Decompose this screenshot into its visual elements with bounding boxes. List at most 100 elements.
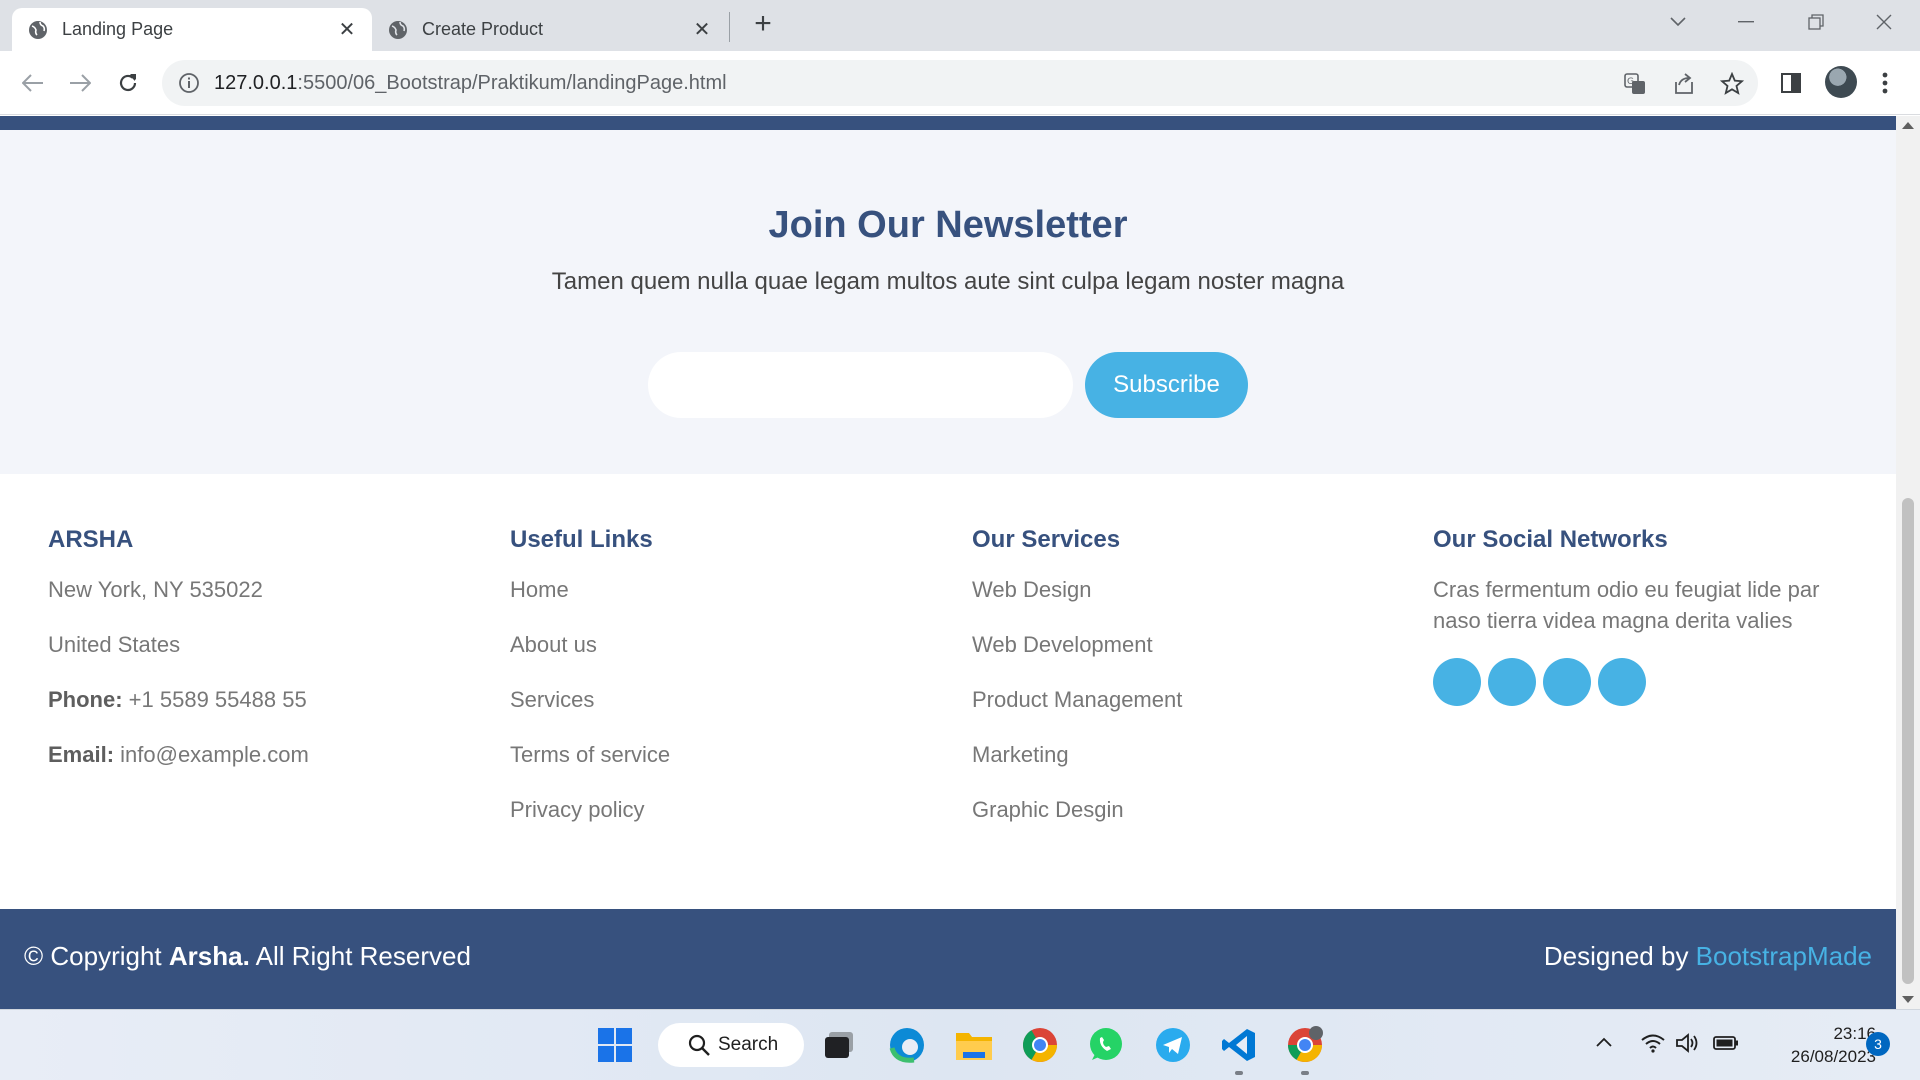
phone-label: Phone: (48, 687, 123, 712)
address-line-1: New York, NY 535022 (48, 577, 263, 602)
telegram-icon[interactable] (1154, 1026, 1192, 1064)
phone-line: Phone: +1 5589 55488 55 (48, 684, 488, 716)
new-tab-plus-icon[interactable]: + (748, 9, 778, 40)
newsletter-form: Subscribe (648, 352, 1248, 418)
footer-link-services[interactable]: Services (510, 684, 950, 716)
social-link-1[interactable] (1433, 658, 1481, 706)
bookmark-star-icon[interactable] (1719, 71, 1745, 97)
restore-icon[interactable] (1798, 8, 1834, 36)
previous-section-edge (0, 116, 1896, 130)
newsletter-subtitle: Tamen quem nulla quae legam multos aute … (551, 268, 1345, 295)
tab-separator (729, 12, 730, 42)
vscode-running-indicator (1235, 1071, 1243, 1075)
browser-toolbar: 127.0.0.1:5500/06_Bootstrap/Praktikum/la… (0, 51, 1920, 115)
footer-service-graphic-design[interactable]: Graphic Desgin (972, 794, 1412, 826)
chrome-profile-icon[interactable] (1286, 1026, 1324, 1064)
footer-service-web-design[interactable]: Web Design (972, 574, 1412, 606)
footer-service-product-management[interactable]: Product Management (972, 684, 1412, 716)
tab-title: Landing Page (62, 19, 174, 39)
profile-avatar[interactable] (1825, 66, 1857, 98)
whatsapp-icon[interactable] (1087, 1026, 1125, 1064)
phone-value: +1 5589 55488 55 (122, 687, 307, 712)
notification-badge[interactable]: 3 (1866, 1032, 1890, 1056)
tab-title: Create Product (422, 19, 544, 39)
wifi-icon[interactable] (1640, 1030, 1666, 1056)
globe-icon (389, 20, 407, 39)
more-menu-icon[interactable] (1868, 66, 1902, 100)
tab-landing-page[interactable]: Landing Page ✕ (12, 8, 372, 51)
browser-tab-strip: Landing Page ✕ Create Product ✕ + (0, 0, 1920, 51)
windows-start-icon[interactable] (596, 1026, 634, 1064)
social-link-3[interactable] (1543, 658, 1591, 706)
forward-arrow-icon[interactable] (63, 66, 97, 100)
clock-time: 23:16 (1833, 1024, 1876, 1043)
battery-icon[interactable] (1712, 1030, 1740, 1056)
side-panel-icon[interactable] (1774, 66, 1808, 100)
back-arrow-icon[interactable] (16, 66, 50, 100)
tab-create-product[interactable]: Create Product ✕ (372, 8, 727, 51)
useful-links-title: Useful Links (510, 526, 653, 553)
vscode-icon[interactable] (1220, 1026, 1258, 1064)
footer-link-privacy-policy[interactable]: Privacy policy (510, 794, 950, 826)
clock-date: 26/08/2023 (1790, 1047, 1876, 1066)
task-view-icon[interactable] (820, 1026, 858, 1064)
bootstrapmade-link[interactable]: BootstrapMade (1696, 941, 1872, 971)
globe-icon (29, 20, 47, 39)
taskbar-clock[interactable]: 23:16 26/08/2023 (1756, 1022, 1876, 1068)
address-bar[interactable]: 127.0.0.1:5500/06_Bootstrap/Praktikum/la… (162, 60, 1758, 106)
credits-text: Designed by BootstrapMade (1543, 941, 1872, 971)
footer-link-terms-of-service[interactable]: Terms of service (510, 739, 950, 771)
social-networks-title: Our Social Networks (1433, 526, 1668, 553)
show-hidden-icons-chevron-icon[interactable] (1592, 1030, 1616, 1054)
footer-social-column: Our Social Networks Cras fermentum odio … (1433, 524, 1873, 706)
chrome-running-indicator (1301, 1071, 1309, 1075)
copyright-brand: Arsha. (168, 941, 250, 971)
scrollbar-thumb[interactable] (1902, 498, 1914, 984)
newsletter-email-input[interactable] (648, 352, 1073, 418)
windows-taskbar: Search 23:16 26/08/2023 3 (0, 1009, 1920, 1080)
search-label: Search (718, 1034, 779, 1055)
footer-services-column: Our Services Web Design Web Development … (972, 524, 1412, 849)
chrome-icon[interactable] (1021, 1026, 1059, 1064)
page-scrollbar[interactable] (1896, 116, 1920, 1009)
footer-service-web-development[interactable]: Web Development (972, 629, 1412, 661)
copyright-text: © Copyright Arsha. All Right Reserved (24, 941, 471, 971)
subscribe-button[interactable]: Subscribe (1085, 352, 1248, 418)
reload-icon[interactable] (111, 66, 145, 100)
url-text: 127.0.0.1:5500/06_Bootstrap/Praktikum/la… (214, 71, 727, 94)
taskbar-search[interactable]: Search (658, 1023, 804, 1067)
address-line-2: United States (48, 632, 181, 657)
svg-text:G: G (1627, 77, 1634, 87)
file-explorer-icon[interactable] (955, 1026, 993, 1064)
newsletter-title: Join Our Newsletter (768, 204, 1128, 246)
close-window-icon[interactable] (1866, 8, 1902, 36)
footer-service-marketing[interactable]: Marketing (972, 739, 1412, 771)
social-description: Cras fermentum odio eu feugiat lide par n… (1433, 577, 1820, 633)
social-links (1433, 658, 1873, 706)
footer-link-home[interactable]: Home (510, 574, 950, 606)
footer-bottom: © Copyright Arsha. All Right Reserved De… (0, 909, 1896, 1009)
scroll-down-arrow-icon[interactable] (1902, 996, 1914, 1003)
footer-link-about-us[interactable]: About us (510, 629, 950, 661)
email-value: info@example.com (114, 742, 309, 767)
edge-browser-icon[interactable] (888, 1026, 926, 1064)
search-icon (688, 1034, 710, 1056)
translate-icon[interactable]: G (1622, 71, 1648, 97)
site-info-icon[interactable] (178, 72, 200, 94)
footer-top: ARSHA New York, NY 535022 United States … (0, 474, 1896, 909)
minimize-icon[interactable] (1728, 8, 1764, 36)
close-tab-icon[interactable]: ✕ (691, 19, 713, 41)
tab-search-chevron-icon[interactable] (1660, 8, 1696, 36)
footer-brand-title: ARSHA (48, 526, 134, 553)
page-viewport: Join Our Newsletter Tamen quem nulla qua… (0, 116, 1896, 1009)
footer-useful-links-column: Useful Links Home About us Services Term… (510, 524, 950, 849)
footer-contact-column: ARSHA New York, NY 535022 United States … (48, 524, 488, 794)
social-link-2[interactable] (1488, 658, 1536, 706)
newsletter-section: Join Our Newsletter Tamen quem nulla qua… (0, 130, 1896, 474)
scroll-up-arrow-icon[interactable] (1902, 122, 1914, 129)
social-link-4[interactable] (1598, 658, 1646, 706)
volume-icon[interactable] (1675, 1030, 1701, 1056)
share-icon[interactable] (1671, 71, 1697, 97)
our-services-title: Our Services (972, 526, 1121, 553)
close-tab-icon[interactable]: ✕ (336, 19, 358, 41)
